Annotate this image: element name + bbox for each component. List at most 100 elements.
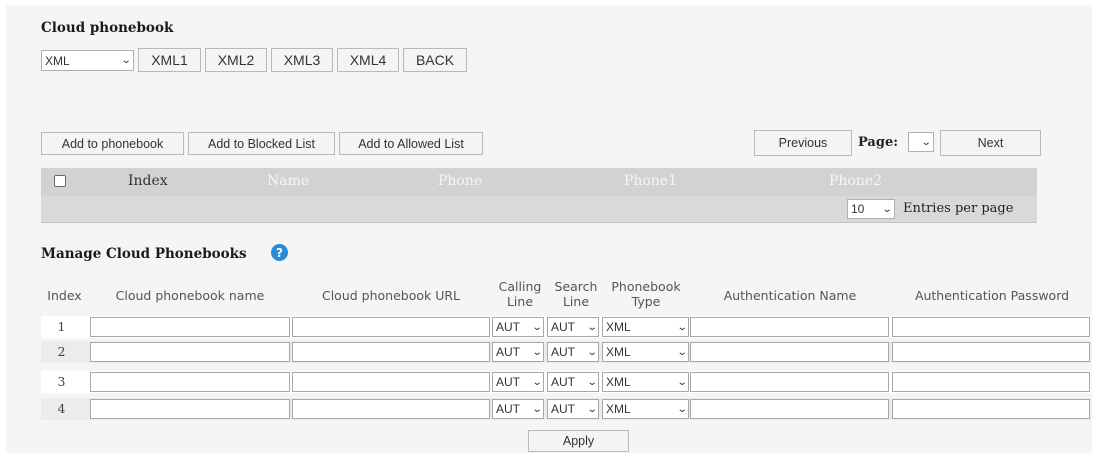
phonebook-type-select[interactable]: XML ⌄ bbox=[602, 399, 689, 419]
table-row: 2 AUT ⌄ AUT ⌄ XML ⌄ bbox=[41, 341, 1091, 363]
cloud-phonebook-name-input[interactable] bbox=[90, 317, 290, 337]
phonebook-type-select[interactable]: XML ⌄ bbox=[602, 317, 689, 337]
authentication-password-input[interactable] bbox=[892, 372, 1090, 392]
authentication-name-input[interactable] bbox=[690, 372, 889, 392]
authentication-name-input[interactable] bbox=[690, 317, 889, 337]
cloud-phonebook-name-input[interactable] bbox=[90, 372, 290, 392]
column-header-index: Index bbox=[128, 173, 168, 189]
back-button[interactable]: BACK bbox=[403, 48, 467, 72]
entries-per-page-value: 10 bbox=[851, 202, 865, 216]
phonebook-type-value: XML bbox=[606, 320, 631, 334]
header-phonebook-type-2: Type bbox=[631, 294, 661, 309]
phonebook-type-select[interactable]: XML ⌄ bbox=[602, 342, 689, 362]
search-line-value: AUT bbox=[551, 320, 575, 334]
chevron-down-icon: ⌄ bbox=[586, 403, 598, 415]
search-line-value: AUT bbox=[551, 402, 575, 416]
xml4-button[interactable]: XML4 bbox=[337, 48, 399, 72]
table-row: 3 AUT ⌄ AUT ⌄ XML ⌄ bbox=[41, 371, 1091, 393]
page-title: Cloud phonebook bbox=[41, 20, 174, 36]
column-header-name: Name bbox=[267, 173, 310, 189]
header-calling-line: Calling Line bbox=[492, 279, 548, 309]
calling-line-select[interactable]: AUT ⌄ bbox=[492, 372, 544, 392]
phonebook-type-value: XML bbox=[45, 53, 70, 68]
column-header-phone1: Phone1 bbox=[624, 173, 678, 189]
authentication-password-input[interactable] bbox=[892, 317, 1090, 337]
header-phonebook-type: Phonebook Type bbox=[602, 279, 690, 309]
cloud-phonebook-url-input[interactable] bbox=[292, 317, 490, 337]
next-button[interactable]: Next bbox=[940, 130, 1041, 156]
cloud-phonebook-url-input[interactable] bbox=[292, 372, 490, 392]
select-all-checkbox[interactable] bbox=[54, 175, 66, 187]
cloud-phonebook-url-input[interactable] bbox=[292, 342, 490, 362]
cloud-phonebook-name-input[interactable] bbox=[90, 399, 290, 419]
cloud-phonebook-url-input[interactable] bbox=[292, 399, 490, 419]
search-line-select[interactable]: AUT ⌄ bbox=[547, 399, 599, 419]
row-index: 1 bbox=[57, 319, 66, 334]
row-index: 2 bbox=[57, 344, 66, 359]
header-calling-line-1: Calling bbox=[498, 279, 542, 294]
calling-line-value: AUT bbox=[496, 320, 520, 334]
calling-line-select[interactable]: AUT ⌄ bbox=[492, 317, 544, 337]
header-search-line-1: Search bbox=[554, 279, 598, 294]
search-line-value: AUT bbox=[551, 375, 575, 389]
authentication-password-input[interactable] bbox=[892, 342, 1090, 362]
authentication-password-input[interactable] bbox=[892, 399, 1090, 419]
calling-line-value: AUT bbox=[496, 345, 520, 359]
chevron-down-icon: ⌄ bbox=[586, 346, 598, 358]
search-line-select[interactable]: AUT ⌄ bbox=[547, 372, 599, 392]
phonebook-type-value: XML bbox=[606, 345, 631, 359]
authentication-name-input[interactable] bbox=[690, 342, 889, 362]
header-cloud-phonebook-url: Cloud phonebook URL bbox=[321, 288, 461, 303]
chevron-down-icon: ⌄ bbox=[586, 376, 598, 388]
chevron-down-icon: ⌄ bbox=[586, 321, 598, 333]
authentication-name-input[interactable] bbox=[690, 399, 889, 419]
add-to-blocked-list-button[interactable]: Add to Blocked List bbox=[188, 132, 335, 155]
header-search-line: Search Line bbox=[548, 279, 604, 309]
header-cloud-phonebook-name: Cloud phonebook name bbox=[115, 288, 265, 303]
header-search-line-2: Line bbox=[562, 294, 590, 309]
entries-per-page-select[interactable]: 10 ⌄ bbox=[847, 199, 895, 219]
xml3-button[interactable]: XML3 bbox=[271, 48, 333, 72]
chevron-down-icon: ⌄ bbox=[531, 321, 543, 333]
chevron-down-icon: ⌄ bbox=[120, 55, 132, 66]
search-line-select[interactable]: AUT ⌄ bbox=[547, 317, 599, 337]
phonebook-type-value: XML bbox=[606, 375, 631, 389]
calling-line-select[interactable]: AUT ⌄ bbox=[492, 399, 544, 419]
search-line-select[interactable]: AUT ⌄ bbox=[547, 342, 599, 362]
cloud-phonebook-name-input[interactable] bbox=[90, 342, 290, 362]
column-header-phone2: Phone2 bbox=[829, 173, 883, 189]
calling-line-value: AUT bbox=[496, 402, 520, 416]
chevron-down-icon: ⌄ bbox=[676, 346, 688, 358]
chevron-down-icon: ⌄ bbox=[531, 346, 543, 358]
apply-button[interactable]: Apply bbox=[528, 430, 629, 452]
add-to-phonebook-button[interactable]: Add to phonebook bbox=[41, 132, 184, 155]
header-authentication-password: Authentication Password bbox=[914, 288, 1070, 303]
contacts-table-footer: 10 ⌄ Entries per page bbox=[41, 196, 1037, 223]
entries-per-page-label: Entries per page bbox=[903, 201, 1014, 216]
phonebook-type-select[interactable]: XML ⌄ bbox=[41, 50, 134, 71]
search-line-value: AUT bbox=[551, 345, 575, 359]
chevron-down-icon: ⌄ bbox=[531, 376, 543, 388]
xml2-button[interactable]: XML2 bbox=[205, 48, 267, 72]
chevron-down-icon: ⌄ bbox=[676, 403, 688, 415]
previous-button[interactable]: Previous bbox=[754, 130, 852, 156]
header-phonebook-type-1: Phonebook bbox=[611, 279, 681, 294]
xml1-button[interactable]: XML1 bbox=[138, 48, 201, 72]
header-authentication-name: Authentication Name bbox=[723, 288, 857, 303]
chevron-down-icon: ⌄ bbox=[881, 203, 893, 215]
calling-line-value: AUT bbox=[496, 375, 520, 389]
header-index: Index bbox=[47, 288, 82, 303]
page-select[interactable]: ⌄ bbox=[908, 132, 934, 152]
calling-line-select[interactable]: AUT ⌄ bbox=[492, 342, 544, 362]
manage-section-title: Manage Cloud Phonebooks bbox=[41, 246, 247, 262]
table-row: 1 AUT ⌄ AUT ⌄ XML ⌄ bbox=[41, 316, 1091, 338]
phonebook-type-value: XML bbox=[606, 402, 631, 416]
help-icon[interactable]: ? bbox=[271, 244, 288, 261]
chevron-down-icon: ⌄ bbox=[676, 376, 688, 388]
chevron-down-icon: ⌄ bbox=[531, 403, 543, 415]
column-header-phone: Phone bbox=[438, 173, 483, 189]
phonebook-type-select[interactable]: XML ⌄ bbox=[602, 372, 689, 392]
page-label: Page: bbox=[858, 135, 899, 150]
contacts-table-header: Index Name Phone Phone1 Phone2 bbox=[41, 168, 1037, 196]
add-to-allowed-list-button[interactable]: Add to Allowed List bbox=[339, 132, 483, 155]
